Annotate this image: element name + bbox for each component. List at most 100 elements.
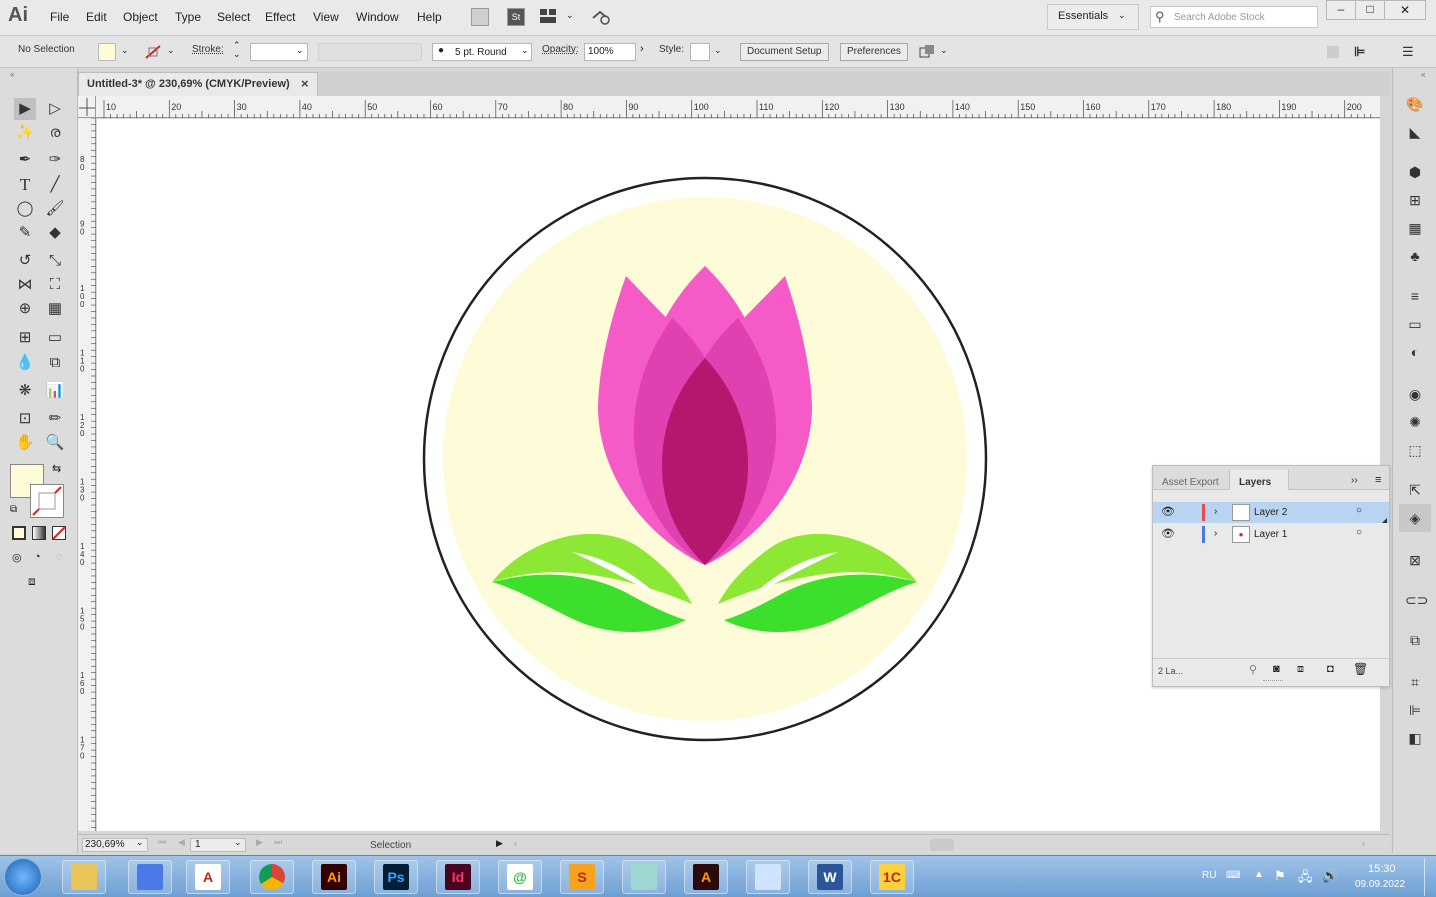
draw-inside-icon[interactable]: ◌ [56,551,70,565]
action-center-icon[interactable]: ⚑ [1274,868,1286,884]
screen-mode-icon[interactable]: ⧈ [28,574,50,590]
prev-artboard-icon[interactable]: ◀ [178,837,185,848]
magic-wand-tool-icon[interactable]: ✨ [14,122,36,144]
asset-export-icon[interactable]: ⬚ [1405,440,1425,460]
slice-tool-icon[interactable]: ✏ [44,408,66,430]
stroke-stepper[interactable]: ⌃ ⌄ [233,41,241,59]
symbol-sprayer-tool-icon[interactable]: ❋ [14,380,36,402]
taskbar-word-button[interactable]: W [808,860,852,894]
rotate-tool-icon[interactable]: ↺ [14,250,36,272]
workspace-switcher[interactable]: Essentials [1058,10,1108,22]
variable-width-profile[interactable] [318,43,422,61]
stroke-label[interactable]: Stroke: [192,44,224,55]
chevron-down-icon[interactable]: ⌄ [566,10,574,21]
style-swatch[interactable] [690,43,710,61]
target-circle-icon[interactable]: ○ [1356,505,1362,516]
new-layer-icon[interactable]: ◘ [1327,663,1334,675]
align-panel-icon[interactable]: ⊫ [1405,700,1425,720]
stock-icon[interactable]: St [507,8,525,26]
taskbar-acrobat-dark-button[interactable]: A [684,860,728,894]
layer-name[interactable]: Layer 2 [1254,507,1287,518]
links-icon[interactable]: ⊂⊃ [1405,590,1428,610]
taskbar-skype-button[interactable]: S [560,860,604,894]
document-setup-button[interactable]: Document Setup [740,43,829,61]
taskbar-explorer-button[interactable] [62,860,106,894]
target-circle-icon[interactable]: ○ [1356,527,1362,538]
menu-effect[interactable]: Effect [265,10,295,24]
pen-tool-icon[interactable]: ✒ [14,149,36,171]
maximize-button[interactable]: □ [1355,0,1385,20]
new-sublayer-icon[interactable]: ⧈ [1297,663,1304,676]
chevron-down-icon[interactable]: ⌄ [167,45,175,56]
chevron-down-icon[interactable]: ⌄ [234,837,242,848]
locate-object-icon[interactable]: ⚲ [1249,663,1257,676]
artboards-icon[interactable]: ⊠ [1405,550,1425,570]
taskbar-illustrator-button[interactable]: Ai [312,860,356,894]
transform-icon[interactable]: ⊫ [1354,44,1365,60]
perspective-grid-tool-icon[interactable]: ▦ [44,298,66,320]
panel-menu-icon[interactable]: ☰ [1402,44,1414,60]
export-icon[interactable]: ⇱ [1405,480,1425,500]
expand-icon[interactable]: « [1421,70,1425,79]
hand-tool-icon[interactable]: ✋ [14,432,36,454]
stroke-panel-icon[interactable]: ≡ [1405,286,1425,306]
chevron-down-icon[interactable]: ⌄ [121,45,129,56]
zoom-tool-icon[interactable]: 🔍 [44,432,66,454]
color-mode-icon[interactable] [12,526,26,540]
ellipse-tool-icon[interactable]: ◯ [14,198,36,220]
align-icon[interactable] [1327,46,1339,58]
arrange-panel-icon[interactable]: ◧ [1405,728,1425,748]
taskbar-chrome-button[interactable] [250,860,294,894]
fill-swatch[interactable] [98,43,116,61]
menu-window[interactable]: Window [356,10,399,24]
visibility-eye-icon[interactable]: 👁 [1161,505,1175,518]
gradient-mode-icon[interactable] [32,526,46,540]
stroke-swatch[interactable] [143,43,163,61]
taskbar-network-button[interactable] [128,860,172,894]
scale-tool-icon[interactable]: ⤡ [44,250,66,272]
document-tab[interactable]: Untitled-3* @ 230,69% (CMYK/Preview) × [78,72,318,96]
chevron-down-icon[interactable]: ⌄ [1118,10,1126,21]
selection-tool-icon[interactable]: ▶ [14,98,36,120]
chevron-down-icon[interactable]: ⌄ [296,45,304,56]
network-icon[interactable]: 🖧 [1298,868,1313,890]
taskbar-indesign-button[interactable]: Id [436,860,480,894]
opacity-label[interactable]: Opacity: [542,44,579,55]
blend-tool-icon[interactable]: ⧉ [44,352,66,374]
tab-layers[interactable]: Layers [1239,477,1271,488]
expand-arrow-icon[interactable]: › [1214,506,1217,517]
menu-object[interactable]: Object [123,10,158,24]
direct-selection-tool-icon[interactable]: ▷ [44,98,66,120]
panel-collapse-icon[interactable]: ›› [1351,475,1358,486]
menu-type[interactable]: Type [175,10,201,24]
chevron-down-icon[interactable]: ⌄ [940,45,948,56]
language-indicator[interactable]: RU [1202,870,1216,881]
minimize-button[interactable]: – [1326,0,1356,20]
swap-colors-icon[interactable]: ⇆ [52,462,61,475]
eyedropper-tool-icon[interactable]: 💧 [14,352,36,374]
horizontal-scrollbar-thumb[interactable] [930,839,954,851]
chevron-right-icon[interactable]: › [640,43,644,55]
taskbar-photoshop-button[interactable]: Ps [374,860,418,894]
ruler-origin[interactable] [78,96,96,118]
panel-menu-icon[interactable]: ≡ [1375,474,1381,486]
width-tool-icon[interactable]: ⋈ [14,274,36,296]
status-menu-arrow-icon[interactable]: ▶ [496,838,503,849]
free-transform-tool-icon[interactable]: ⛶ [44,274,66,296]
graphic-styles-icon[interactable]: ✺ [1405,412,1425,432]
shaper-tool-icon[interactable]: ✎ [14,222,36,244]
chevron-down-icon[interactable]: ⌄ [714,45,722,56]
layer-row-1[interactable]: 👁 › ● Layer 1 ○ [1153,524,1389,545]
layer-row-2[interactable]: 👁 › Layer 2 ○ [1153,502,1389,523]
curvature-tool-icon[interactable]: ✑ [44,149,66,171]
clock-date[interactable]: 09.09.2022 [1355,879,1405,890]
default-colors-icon[interactable]: ⧉ [10,504,17,515]
brushes-icon[interactable]: ▦ [1405,218,1425,238]
mesh-tool-icon[interactable]: ⊞ [14,327,36,349]
none-mode-icon[interactable] [52,526,66,540]
gradient-panel-icon[interactable]: ▭ [1405,314,1425,334]
close-tab-icon[interactable]: × [301,73,309,95]
next-artboard-icon[interactable]: ▶ [256,837,263,848]
transparency-icon[interactable]: ◐ [1405,342,1425,362]
draw-normal-icon[interactable]: ◎ [12,551,26,565]
